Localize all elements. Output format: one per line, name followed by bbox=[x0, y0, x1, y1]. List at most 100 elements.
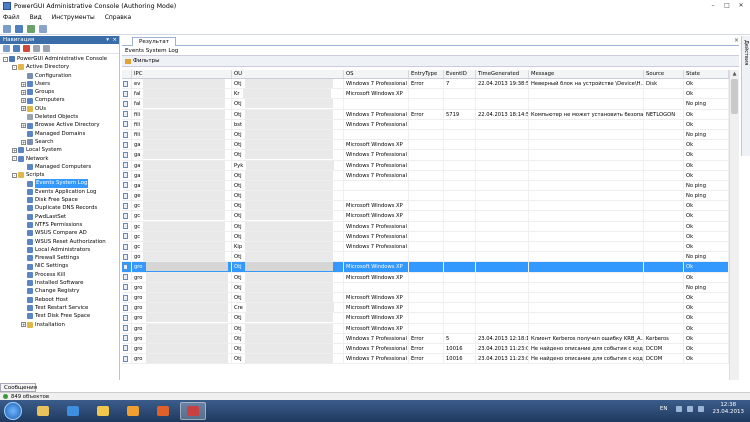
media-app[interactable] bbox=[150, 402, 176, 420]
refresh-icon[interactable] bbox=[27, 24, 35, 33]
copy-icon[interactable] bbox=[33, 45, 40, 52]
table-row[interactable]: gc Otj Windows 7 Professional Ok bbox=[122, 221, 729, 232]
table-row[interactable]: gro Otj Windows 7 Professional Error 5 23.04.… bbox=[122, 333, 729, 344]
start-button[interactable] bbox=[4, 402, 22, 420]
nav-node[interactable]: Managed Domains bbox=[0, 130, 119, 138]
expand-icon[interactable]: + bbox=[21, 98, 26, 104]
column-header[interactable]: State bbox=[684, 70, 729, 78]
table-row[interactable]: gc Otj Microsoft Windows XP Ok bbox=[122, 201, 729, 212]
menu-help[interactable]: Справка bbox=[105, 14, 131, 21]
column-header[interactable]: EntryType bbox=[409, 70, 444, 78]
nav-node[interactable]: WSUS Compare AD bbox=[0, 229, 119, 237]
nav-node[interactable]: Managed Computers bbox=[0, 163, 119, 171]
nav-node[interactable]: Events System Log bbox=[0, 179, 119, 188]
nav-node[interactable]: NTFS Permissions bbox=[0, 221, 119, 229]
nav-node[interactable]: Reboot Host bbox=[0, 296, 119, 304]
table-row[interactable]: go Otj No ping bbox=[122, 252, 729, 263]
table-row[interactable]: gro Otj Microsoft Windows XP Ok bbox=[122, 272, 729, 283]
expand-icon[interactable]: + bbox=[21, 139, 26, 145]
ie-app[interactable] bbox=[60, 402, 86, 420]
nav-node[interactable]: + Groups bbox=[0, 88, 119, 96]
collapse-icon[interactable]: - bbox=[12, 156, 17, 162]
column-header[interactable]: OS bbox=[344, 70, 409, 78]
table-row[interactable]: gro Otj Microsoft Windows XP Ok bbox=[122, 323, 729, 334]
nav-node[interactable]: + Installation bbox=[0, 321, 119, 329]
nav-node[interactable]: Deleted Objects bbox=[0, 113, 119, 121]
nav-node[interactable]: PwdLastSet bbox=[0, 213, 119, 221]
table-row[interactable]: gro Otj Microsoft Windows XP Ok bbox=[122, 262, 729, 273]
close-icon[interactable]: × bbox=[112, 36, 117, 44]
clock[interactable]: 12:38 23.04.2013 bbox=[713, 402, 745, 416]
table-row[interactable]: ga Pyk Windows 7 Professional Ok bbox=[122, 160, 729, 171]
expand-icon[interactable]: + bbox=[21, 123, 26, 129]
nav-node[interactable]: + Users bbox=[0, 80, 119, 88]
close-tab-icon[interactable]: × bbox=[734, 37, 739, 44]
column-header[interactable]: OU bbox=[232, 70, 344, 78]
column-header[interactable]: IPC bbox=[132, 70, 232, 78]
table-row[interactable]: ge Otj No ping bbox=[122, 191, 729, 202]
nav-node[interactable]: Events Application Log bbox=[0, 188, 119, 196]
nav-node[interactable]: Local Administrators bbox=[0, 246, 119, 254]
table-row[interactable]: gro Cre Microsoft Windows XP Ok bbox=[122, 303, 729, 314]
table-row[interactable]: gro Otj Windows 7 Professional Error 10016 23… bbox=[122, 343, 729, 355]
nav-node[interactable]: + OUs bbox=[0, 105, 119, 113]
nav-node[interactable]: - Network bbox=[0, 155, 119, 163]
messages-tab[interactable]: Сообщения bbox=[0, 383, 37, 392]
powergui-app[interactable] bbox=[180, 402, 206, 420]
actions-dock[interactable]: Действия bbox=[741, 36, 750, 156]
nav-node[interactable]: Disk Free Space bbox=[0, 196, 119, 204]
nav-node[interactable]: Duplicate DNS Records bbox=[0, 204, 119, 212]
table-row[interactable]: ga Otj Microsoft Windows XP Ok bbox=[122, 140, 729, 151]
table-row[interactable]: gc Otj Microsoft Windows XP Ok bbox=[122, 211, 729, 222]
table-row[interactable]: fili Otj Windows 7 Professional Error 5719 22… bbox=[122, 109, 729, 120]
table-row[interactable]: gro Otj Microsoft Windows XP Ok bbox=[122, 292, 729, 304]
scroll-up-icon[interactable]: ▲ bbox=[730, 70, 739, 78]
save-icon[interactable] bbox=[13, 45, 20, 52]
table-row[interactable]: fal Kr Microsoft Windows XP Ok bbox=[122, 89, 729, 100]
table-row[interactable]: gc Otj Windows 7 Professional Ok bbox=[122, 231, 729, 242]
nav-node[interactable]: + Computers bbox=[0, 96, 119, 104]
pin-icon[interactable]: ▾ bbox=[106, 36, 109, 44]
nav-node[interactable]: - Active Directory bbox=[0, 63, 119, 71]
table-row[interactable]: ga Otj Windows 7 Professional Ok bbox=[122, 170, 729, 181]
nav-node[interactable]: Test Restart Service bbox=[0, 304, 119, 312]
table-row[interactable]: gro Otj No ping bbox=[122, 282, 729, 293]
tab-result[interactable]: Результат bbox=[132, 37, 176, 46]
collapse-icon[interactable]: - bbox=[3, 56, 8, 62]
menu-view[interactable]: Вид bbox=[30, 14, 42, 21]
nav-node[interactable]: Installed Software bbox=[0, 279, 119, 287]
menu-tools[interactable]: Инструменты bbox=[52, 14, 95, 21]
filters-bar[interactable]: Фильтры bbox=[122, 56, 739, 67]
nav-node[interactable]: Firewall Settings bbox=[0, 254, 119, 262]
nav-node[interactable]: + Local System bbox=[0, 146, 119, 154]
language-indicator[interactable]: EN bbox=[660, 406, 668, 412]
minimize-button[interactable]: – bbox=[706, 1, 720, 10]
table-row[interactable]: ga Otj Windows 7 Professional Ok bbox=[122, 150, 729, 161]
help-icon[interactable] bbox=[39, 24, 47, 33]
close-button[interactable]: ✕ bbox=[734, 1, 748, 10]
menu-file[interactable]: Файл bbox=[3, 14, 20, 21]
expand-icon[interactable]: + bbox=[21, 322, 26, 328]
explorer-app[interactable] bbox=[30, 402, 56, 420]
delete-icon[interactable] bbox=[23, 45, 30, 52]
properties-icon[interactable] bbox=[43, 45, 50, 52]
table-row[interactable]: fili bst Windows 7 Professional Ok bbox=[122, 119, 729, 130]
new-node-icon[interactable] bbox=[3, 45, 10, 52]
nav-node[interactable]: WSUS Reset Authorization bbox=[0, 238, 119, 246]
vertical-scrollbar[interactable]: ▲ bbox=[729, 70, 739, 380]
expand-icon[interactable]: + bbox=[21, 81, 26, 87]
nav-node[interactable]: Process Kill bbox=[0, 271, 119, 279]
table-row[interactable]: gc Kip Windows 7 Professional Ok bbox=[122, 242, 729, 253]
nav-node[interactable]: Test Disk Free Space bbox=[0, 312, 119, 320]
tray-flag-icon[interactable] bbox=[675, 406, 682, 412]
tray-network-icon[interactable] bbox=[686, 406, 693, 412]
nav-node[interactable]: Change Registry bbox=[0, 287, 119, 295]
nav-node[interactable]: + Browse Active Directory bbox=[0, 121, 119, 129]
tray-volume-icon[interactable] bbox=[697, 406, 704, 412]
nav-node[interactable]: NIC Settings bbox=[0, 262, 119, 270]
scroll-thumb[interactable] bbox=[731, 79, 738, 114]
maximize-button[interactable]: □ bbox=[720, 1, 734, 10]
table-row[interactable]: ga Otj No ping bbox=[122, 180, 729, 192]
table-row[interactable]: fili Otj No ping bbox=[122, 129, 729, 141]
collapse-icon[interactable]: - bbox=[12, 64, 17, 70]
